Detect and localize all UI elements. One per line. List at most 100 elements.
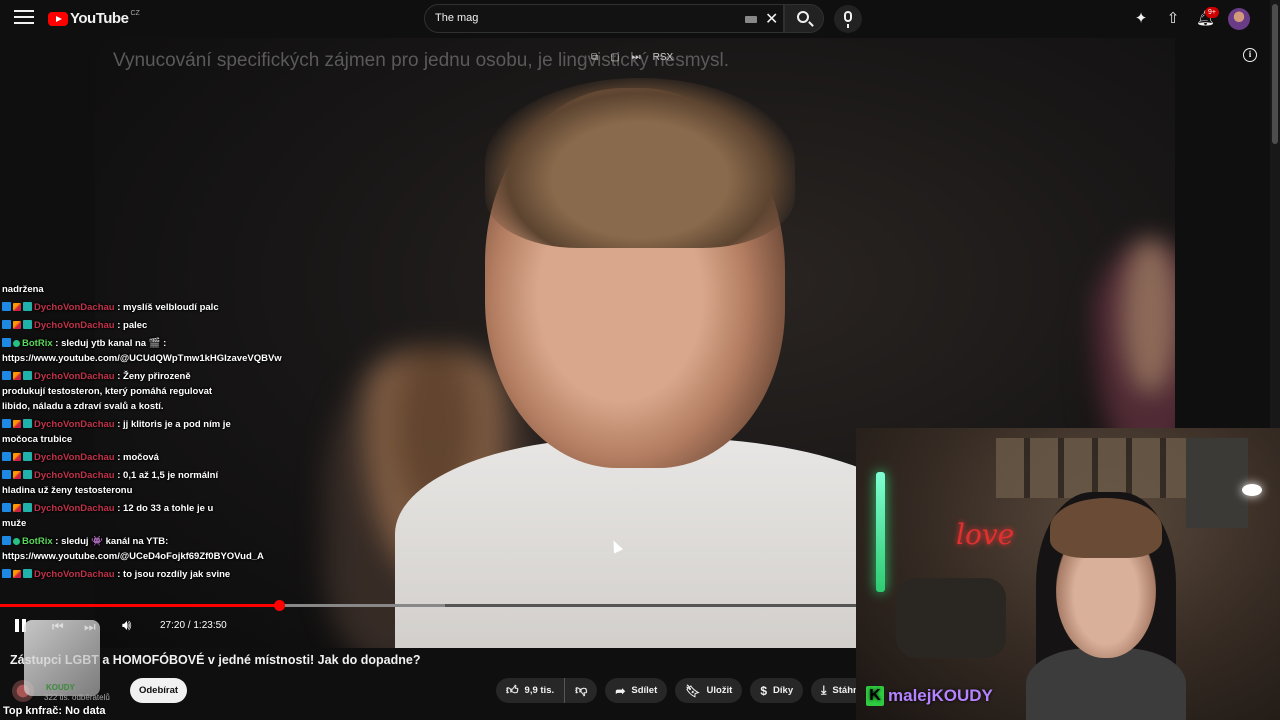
copy-icon[interactable]: ⧉ xyxy=(591,52,598,63)
top-overlay-text: Top knfrač: No data xyxy=(3,705,106,717)
chat-text: : močová xyxy=(117,452,159,463)
share-button[interactable]: ➦ Sdílet xyxy=(605,678,668,703)
chat-text: : palec xyxy=(117,320,148,331)
neon-light xyxy=(876,472,885,592)
info-icon[interactable]: i xyxy=(1243,48,1257,62)
chat-username[interactable]: DychoVonDachau xyxy=(34,419,115,430)
bell-icon[interactable]: 🔔︎ 9+ xyxy=(1196,7,1219,28)
chat-badge-blue-icon xyxy=(2,452,11,461)
chat-badge-sword-icon xyxy=(13,453,21,461)
search-button[interactable] xyxy=(784,4,824,33)
neon-sign: love xyxy=(956,518,1015,551)
create-icon[interactable]: ✦ xyxy=(1132,10,1150,28)
chat-badge-cyan-icon xyxy=(23,452,32,461)
chat-badge-blue-icon xyxy=(2,419,11,428)
video-actions: 👍︎ 9,9 tis. 👎︎ ➦ Sdílet 🔖︎ Uložit $ Díky ⤓ St… xyxy=(496,678,881,703)
like-button[interactable]: 👍︎ 9,9 tis. xyxy=(496,678,565,703)
chat-username[interactable]: BotRix xyxy=(22,338,53,349)
thanks-button[interactable]: $ Díky xyxy=(750,678,804,703)
streamer-name: malejKOUDY xyxy=(888,686,993,705)
chat-username[interactable]: DychoVonDachau xyxy=(34,320,115,331)
chat-username[interactable]: DychoVonDachau xyxy=(34,452,115,463)
streamer-webcam: love K malejKOUDY xyxy=(856,428,1280,720)
streamer-body xyxy=(1026,648,1186,720)
chat-badge-sword-icon xyxy=(13,504,21,512)
progress-bar[interactable] xyxy=(0,600,856,611)
hamburger-icon[interactable] xyxy=(14,10,34,26)
chat-message: DychoVonDachau : palec xyxy=(2,318,234,333)
sofa xyxy=(896,578,1006,658)
chat-text: nadržena xyxy=(2,284,44,295)
rsx-label[interactable]: RSX xyxy=(653,52,674,63)
progress-played xyxy=(0,604,280,607)
chat-badge-cyan-icon xyxy=(23,302,32,311)
chat-badge-green-icon xyxy=(13,340,20,347)
speaker-hair xyxy=(485,78,795,248)
like-dislike-group: 👍︎ 9,9 tis. 👎︎ xyxy=(496,678,598,703)
streamer-brand: K malejKOUDY xyxy=(866,686,993,706)
chat-username[interactable]: BotRix xyxy=(22,536,53,547)
chat-username[interactable]: DychoVonDachau xyxy=(34,503,115,514)
search-box[interactable]: The mag ✕ xyxy=(424,4,784,33)
chat-message: DychoVonDachau : myslíš velbloudí palc xyxy=(2,300,234,315)
chat-badge-cyan-icon xyxy=(23,503,32,512)
subscriber-count: 322 tis. odběratelů xyxy=(44,693,110,702)
thanks-icon: $ xyxy=(760,683,768,698)
frame-icon[interactable]: ▢ xyxy=(610,52,619,63)
chat-text: : to jsou rozdíly jak svine xyxy=(117,569,231,580)
chat-message: DychoVonDachau : močová xyxy=(2,450,234,465)
chat-badge-sword-icon xyxy=(13,420,21,428)
chat-username[interactable]: DychoVonDachau xyxy=(34,371,115,382)
logo-text: YouTube xyxy=(70,10,129,27)
player-controls: ⏮ ⏭ 🔊︎ 27:20 / 1:23:50 xyxy=(0,610,856,642)
upload-icon[interactable]: ⇧ xyxy=(1164,10,1182,28)
save-label: Uložit xyxy=(706,685,733,696)
sticker-text: KOUDY xyxy=(46,683,75,692)
bookmark-icon: 🔖︎ xyxy=(685,683,701,698)
time-display: 27:20 / 1:23:50 xyxy=(160,620,227,631)
chat-badge-blue-icon xyxy=(2,338,11,347)
volume-icon[interactable]: 🔊︎ xyxy=(122,617,131,634)
save-button[interactable]: 🔖︎ Uložit xyxy=(675,678,743,703)
chat-username[interactable]: DychoVonDachau xyxy=(34,569,115,580)
download-icon: ⤓ xyxy=(821,683,827,697)
chat-badge-blue-icon xyxy=(2,320,11,329)
notification-badge: 9+ xyxy=(1205,7,1219,18)
lamp-light xyxy=(1242,484,1262,496)
chat-badge-sword-icon xyxy=(13,321,21,329)
chat-badge-cyan-icon xyxy=(23,569,32,578)
chat-overlay: nadržena DychoVonDachau : myslíš velbloud… xyxy=(2,282,282,585)
chat-username[interactable]: DychoVonDachau xyxy=(34,470,115,481)
search-input[interactable]: The mag xyxy=(435,12,478,24)
keyboard-icon[interactable] xyxy=(745,16,757,23)
streamer-hair xyxy=(1050,498,1162,558)
chat-badge-cyan-icon xyxy=(23,470,32,479)
youtube-logo[interactable]: YouTube CZ xyxy=(48,10,140,27)
scrollbar-thumb[interactable] xyxy=(1272,4,1278,144)
chat-badge-sword-icon xyxy=(13,471,21,479)
search-icon xyxy=(797,11,809,23)
youtube-play-icon xyxy=(48,11,68,26)
clear-search-icon[interactable]: ✕ xyxy=(765,9,778,29)
logo-country: CZ xyxy=(130,10,140,17)
masthead-actions: ✦ ⇧ 🔔︎ 9+ xyxy=(1132,7,1250,30)
wall-poster-right xyxy=(1186,438,1248,528)
chat-message: DychoVonDachau : 0,1 až 1,5 je normální … xyxy=(2,468,234,498)
chat-badge-blue-icon xyxy=(2,470,11,479)
chat-badge-green-icon xyxy=(13,538,20,545)
video-overlay-icons: ⧉ ▢ ⏭ RSX xyxy=(591,52,673,63)
skip-icon[interactable]: ⏭ xyxy=(632,52,641,63)
thanks-label: Díky xyxy=(773,685,794,696)
account-avatar[interactable] xyxy=(1228,8,1250,30)
voice-search-button[interactable] xyxy=(834,5,862,33)
chat-badge-blue-icon xyxy=(2,503,11,512)
chat-badge-blue-icon xyxy=(2,569,11,578)
chat-badge-sword-icon xyxy=(13,570,21,578)
chat-username[interactable]: DychoVonDachau xyxy=(34,302,115,313)
subscribe-button[interactable]: Odebírat xyxy=(130,678,187,703)
chat-message: DychoVonDachau : jj klitoris je a pod ní… xyxy=(2,417,234,447)
thumb-down-icon: 👎︎ xyxy=(575,683,588,697)
chat-badge-cyan-icon xyxy=(23,371,32,380)
chat-badge-blue-icon xyxy=(2,371,11,380)
dislike-button[interactable]: 👎︎ xyxy=(565,678,598,703)
